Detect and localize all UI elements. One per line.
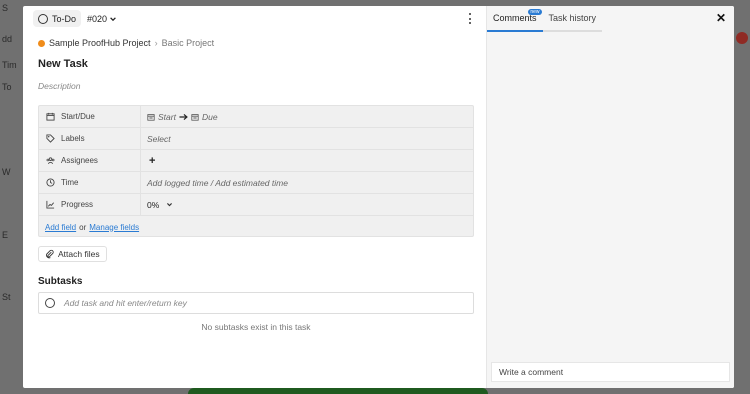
subtask-input-placeholder: Add task and hit enter/return key bbox=[64, 298, 187, 308]
time-value-text: Add logged time / Add estimated time bbox=[147, 177, 288, 188]
field-label-text: Progress bbox=[61, 200, 94, 209]
bg-fragment: To bbox=[2, 82, 12, 92]
task-topbar: To-Do #020 bbox=[23, 6, 486, 31]
project-color-dot bbox=[38, 39, 45, 47]
task-details-pane: To-Do #020 Sample ProofHub Project › Bas… bbox=[23, 6, 486, 388]
status-label: To-Do bbox=[52, 13, 77, 24]
field-label-text: Assignees bbox=[61, 156, 98, 165]
task-description[interactable]: Description bbox=[38, 81, 81, 91]
calendar-icon bbox=[147, 113, 155, 121]
assignees-value: + bbox=[141, 155, 155, 167]
chevron-down-icon bbox=[110, 16, 116, 21]
background-avatar bbox=[736, 32, 748, 44]
field-label-labels: Labels bbox=[39, 128, 141, 149]
field-label-text: Labels bbox=[61, 134, 85, 143]
activity-pane: Comments new Task history ✕ Write a comm… bbox=[486, 6, 734, 388]
breadcrumb: Sample ProofHub Project › Basic Project bbox=[38, 38, 214, 48]
due-date-field[interactable]: Due bbox=[202, 112, 218, 122]
calendar-icon bbox=[191, 113, 199, 121]
progress-dropdown[interactable]: 0% bbox=[141, 200, 173, 210]
field-assignees: Assignees + bbox=[39, 150, 473, 172]
tab-label: Task history bbox=[548, 13, 597, 23]
task-fields-panel: Start/Due Start Due Labels Select Assign… bbox=[38, 105, 474, 237]
chart-line-icon bbox=[46, 200, 55, 209]
paperclip-icon bbox=[46, 249, 54, 259]
tab-comments[interactable]: Comments new bbox=[487, 6, 543, 32]
task-id-label: #020 bbox=[87, 13, 108, 24]
breadcrumb-separator: › bbox=[154, 38, 158, 48]
chevron-down-icon bbox=[167, 203, 173, 207]
subtasks-heading: Subtasks bbox=[38, 276, 83, 287]
labels-select[interactable]: Select bbox=[141, 134, 171, 144]
bg-fragment: Tim bbox=[2, 60, 17, 70]
bg-fragment: W bbox=[2, 167, 11, 177]
field-labels: Labels Select bbox=[39, 128, 473, 150]
breadcrumb-project[interactable]: Sample ProofHub Project bbox=[49, 38, 151, 48]
breadcrumb-subproject[interactable]: Basic Project bbox=[162, 38, 215, 48]
task-modal: To-Do #020 Sample ProofHub Project › Bas… bbox=[23, 6, 734, 388]
field-progress: Progress 0% bbox=[39, 194, 473, 216]
field-label-progress: Progress bbox=[39, 194, 141, 215]
calendar-icon bbox=[46, 112, 55, 121]
activity-tabs: Comments new Task history bbox=[487, 6, 603, 32]
new-badge: new bbox=[528, 9, 542, 15]
tab-task-history[interactable]: Task history bbox=[542, 6, 603, 32]
add-field-link[interactable]: Add field bbox=[45, 223, 76, 232]
add-assignee-button[interactable]: + bbox=[147, 155, 155, 167]
footer-or-text: or bbox=[79, 222, 87, 232]
status-toggle[interactable]: To-Do bbox=[33, 10, 82, 27]
field-label-text: Time bbox=[61, 178, 79, 187]
clock-icon bbox=[46, 178, 55, 187]
progress-value: 0% bbox=[147, 199, 160, 210]
start-date-field[interactable]: Start bbox=[158, 112, 176, 122]
fields-footer: Add field or Manage fields bbox=[39, 216, 473, 238]
field-label-start-due: Start/Due bbox=[39, 106, 141, 127]
arrow-right-icon bbox=[179, 113, 188, 120]
field-time: Time Add logged time / Add estimated tim… bbox=[39, 172, 473, 194]
more-options-icon[interactable] bbox=[468, 13, 472, 24]
field-label-time: Time bbox=[39, 172, 141, 193]
tag-icon bbox=[46, 134, 55, 143]
no-subtasks-message: No subtasks exist in this task bbox=[201, 322, 311, 332]
comment-input[interactable]: Write a comment bbox=[491, 362, 730, 382]
background-right-column bbox=[734, 0, 750, 394]
labels-select-value: Select bbox=[147, 133, 171, 144]
task-id-dropdown[interactable]: #020 bbox=[87, 14, 117, 24]
close-icon[interactable]: ✕ bbox=[716, 12, 726, 24]
task-title[interactable]: New Task bbox=[38, 58, 88, 70]
users-icon bbox=[46, 157, 55, 164]
start-due-value[interactable]: Start Due bbox=[141, 112, 218, 122]
field-label-text: Start/Due bbox=[61, 112, 95, 121]
bg-fragment: St bbox=[2, 292, 11, 302]
comment-input-placeholder: Write a comment bbox=[499, 367, 564, 377]
attach-files-label: Attach files bbox=[58, 249, 100, 259]
time-value[interactable]: Add logged time / Add estimated time bbox=[141, 178, 288, 188]
subtask-circle-icon bbox=[45, 298, 55, 308]
manage-fields-link[interactable]: Manage fields bbox=[89, 223, 139, 232]
bg-fragment: S bbox=[2, 3, 9, 13]
bg-fragment: dd bbox=[2, 34, 13, 44]
background-bottom-shape bbox=[188, 388, 488, 394]
field-start-due: Start/Due Start Due bbox=[39, 106, 473, 128]
bg-fragment: E bbox=[2, 230, 9, 240]
status-circle-icon bbox=[38, 13, 48, 24]
field-label-assignees: Assignees bbox=[39, 150, 141, 171]
background-left-column: S dd Tim To W E St bbox=[0, 0, 23, 394]
attach-files-button[interactable]: Attach files bbox=[38, 246, 107, 262]
subtask-input[interactable]: Add task and hit enter/return key bbox=[38, 292, 474, 314]
